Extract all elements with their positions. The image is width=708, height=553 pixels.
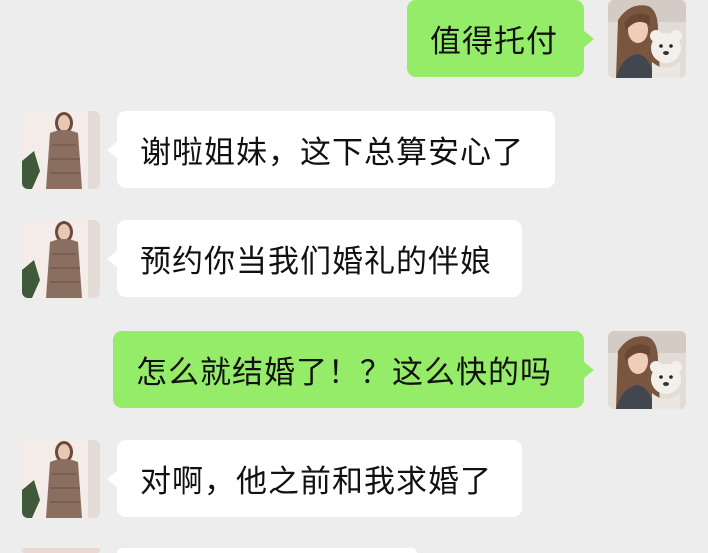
woman-in-dress-icon: [22, 548, 100, 553]
message-text: 值得托付: [430, 24, 558, 60]
message-text: 对啊，他之前和我求婚了: [140, 464, 492, 500]
bubble-tail: [583, 30, 594, 48]
message-bubble-received[interactable]: 预约你当我们婚礼的伴娘: [107, 220, 522, 297]
bubble-tail: [583, 361, 594, 379]
bubble-tail: [107, 141, 118, 159]
woman-in-dress-icon: [22, 111, 100, 189]
message-text: 怎么就结婚了！？这么快的吗: [136, 355, 552, 391]
woman-in-dress-icon: [22, 440, 100, 518]
bubble-tail: [107, 470, 118, 488]
bubble-tail: [107, 250, 118, 268]
my-avatar[interactable]: [608, 331, 686, 409]
woman-in-dress-icon: [22, 220, 100, 298]
girl-with-teddy-bear-icon: [608, 331, 686, 409]
friend-avatar[interactable]: [22, 548, 100, 553]
friend-avatar[interactable]: [22, 440, 100, 518]
message-bubble-received[interactable]: 谢啦姐妹，这下总算安心了: [107, 111, 555, 188]
message-bubble-sent[interactable]: 怎么就结婚了！？这么快的吗: [113, 331, 594, 408]
message-text: 谢啦姐妹，这下总算安心了: [140, 135, 524, 171]
friend-avatar[interactable]: [22, 111, 100, 189]
girl-with-teddy-bear-icon: [608, 0, 686, 78]
message-text: 预约你当我们婚礼的伴娘: [140, 244, 492, 280]
message-bubble-sent[interactable]: 值得托付: [407, 0, 594, 77]
friend-avatar[interactable]: [22, 220, 100, 298]
message-bubble-received[interactable]: [117, 548, 417, 553]
message-bubble-received[interactable]: 对啊，他之前和我求婚了: [107, 440, 522, 517]
my-avatar[interactable]: [608, 0, 686, 78]
chat-area: 值得托付 谢啦姐妹，这下总算安心了 预约你当我们婚礼的伴娘 怎么就结婚了！？这么…: [0, 0, 708, 553]
